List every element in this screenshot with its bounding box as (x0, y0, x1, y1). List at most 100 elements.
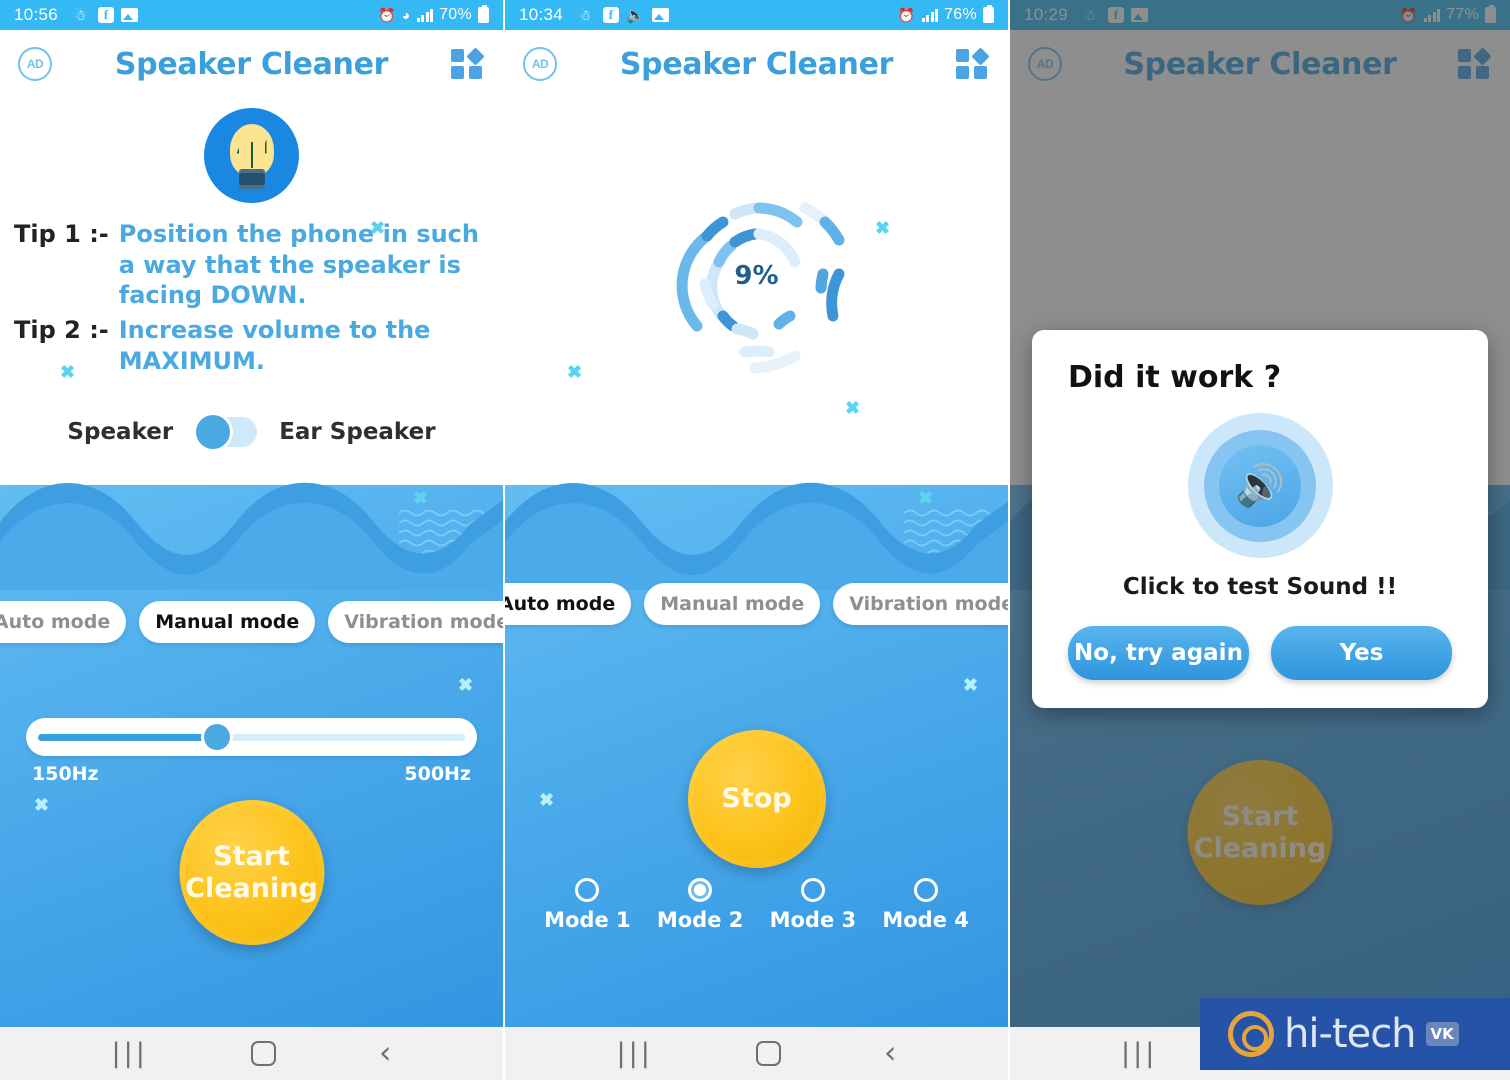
facebook-icon: f (98, 7, 115, 23)
app-header: AD Speaker Cleaner (0, 30, 503, 98)
battery-percent: 70% (439, 6, 472, 23)
sparkle-decoration: ✖ (539, 790, 555, 810)
mode-button-auto[interactable]: Auto mode (505, 583, 632, 625)
mode-selector: Auto mode Manual mode Vibration mode (0, 601, 503, 643)
did-it-work-dialog: Did it work ? 🔊 Click to test Sound !! N… (1032, 330, 1488, 708)
sparkle-decoration: ✖ (458, 675, 474, 695)
tip-row: Tip 1 :- Position the phone in such a wa… (14, 219, 489, 311)
at-symbol-icon (1228, 1011, 1274, 1057)
radio-icon[interactable] (913, 878, 938, 902)
mode-button-manual[interactable]: Manual mode (644, 583, 821, 625)
recents-icon[interactable]: ||| (1121, 1038, 1157, 1069)
signal-icon (921, 8, 939, 22)
app-header: AD Speaker Cleaner (505, 30, 1008, 98)
tips-section: Tip 1 :- Position the phone in such a wa… (0, 203, 503, 377)
radio-icon[interactable] (800, 878, 825, 902)
panel-manual-mode: 10:56 ☃ f ⏰ ◕ 70% AD Speaker Cleaner Tip… (0, 0, 503, 1080)
home-icon[interactable] (250, 1041, 276, 1066)
frequency-slider-group: 150Hz 500Hz (26, 718, 477, 785)
grid-menu-icon[interactable] (451, 47, 485, 79)
bulb-illustration (0, 108, 503, 203)
slider-min-label: 150Hz (32, 763, 99, 785)
stop-button[interactable]: Stop (687, 730, 826, 868)
system-navbar: ||| ‹ (505, 1027, 1008, 1080)
speaker-toggle-row: Speaker Ear Speaker (0, 414, 503, 449)
radio-label: Mode 2 (656, 908, 744, 932)
sparkle-decoration: ✖ (34, 795, 50, 815)
dialog-title: Did it work ? (1068, 360, 1282, 395)
alarm-icon: ⏰ (378, 6, 396, 23)
vk-badge-icon: VK (1425, 1022, 1459, 1046)
sparkle-decoration: ✖ (413, 488, 429, 508)
status-time: 10:34 (519, 5, 564, 24)
tip-label: Tip 2 :- (14, 316, 109, 345)
recents-icon[interactable]: ||| (112, 1038, 148, 1069)
toggle-right-label[interactable]: Ear Speaker (279, 419, 435, 445)
tip-label: Tip 1 :- (14, 220, 109, 248)
back-icon[interactable]: ‹ (884, 1038, 896, 1069)
battery-percent: 76% (944, 6, 977, 23)
screenshot-stage: 10:56 ☃ f ⏰ ◕ 70% AD Speaker Cleaner Tip… (0, 0, 1510, 1080)
signal-icon (416, 8, 434, 22)
sparkle-decoration: ✖ (875, 218, 891, 238)
radio-label: Mode 4 (882, 908, 969, 932)
no-try-again-button[interactable]: No, try again (1068, 626, 1249, 680)
radio-icon[interactable] (575, 878, 600, 902)
page-title: Speaker Cleaner (114, 46, 389, 82)
frequency-slider[interactable] (26, 718, 477, 756)
status-bar: 10:56 ☃ f ⏰ ◕ 70% (0, 0, 503, 30)
mode-button-vibration[interactable]: Vibration mode (328, 601, 503, 643)
mode-selector: Auto mode Manual mode Vibration mode (505, 583, 1008, 625)
mode-button-vibration[interactable]: Vibration mode (833, 583, 1008, 625)
volume-icon: 🔈 (626, 6, 646, 24)
mode-radio-group: Mode 1 Mode 2 Mode 3 Mode 4 (505, 878, 1008, 932)
gallery-icon (652, 8, 670, 22)
panel-did-it-work-dialog: 10:29 ☃ f ⏰ 77% AD Speaker Cleaner (1008, 0, 1510, 1080)
progress-percent: 9% (734, 260, 779, 291)
system-navbar: ||| ‹ (0, 1027, 503, 1080)
slider-track[interactable] (38, 724, 465, 750)
facebook-icon: f (603, 7, 620, 23)
speaker-volume-icon: 🔊 (1219, 444, 1301, 527)
speaker-toggle-switch[interactable] (195, 414, 258, 449)
radio-mode-2[interactable]: Mode 2 (656, 878, 744, 932)
slider-max-label: 500Hz (404, 763, 471, 785)
gallery-icon (121, 8, 139, 22)
wifi-icon: ◕ (401, 7, 411, 23)
radio-mode-3[interactable]: Mode 3 (769, 878, 857, 932)
watermark: hi-tech VK (1200, 998, 1510, 1070)
mode-button-auto[interactable]: Auto mode (0, 601, 127, 643)
mode-button-manual[interactable]: Manual mode (139, 601, 316, 643)
slider-knob[interactable] (204, 724, 231, 750)
tip-row: Tip 2 :- Increase volume to the MAXIMUM. (14, 315, 489, 376)
sparkle-decoration: ✖ (918, 488, 934, 508)
radio-icon-selected[interactable] (688, 878, 713, 902)
recents-icon[interactable]: ||| (617, 1038, 653, 1069)
toggle-left-label: Speaker (67, 418, 174, 445)
dialog-subtitle: Click to test Sound !! (1122, 574, 1398, 600)
watermark-text: hi-tech (1284, 1011, 1417, 1057)
panel-auto-cleaning: 10:34 ☃ f 🔈 ⏰ 76% AD Speaker Cleaner 9% … (503, 0, 1008, 1080)
battery-icon (983, 5, 994, 23)
start-cleaning-button[interactable]: Start Cleaning (179, 800, 324, 945)
sparkle-decoration: ✖ (963, 675, 979, 695)
page-title: Speaker Cleaner (619, 46, 894, 82)
lightbulb-icon (204, 108, 299, 203)
status-bar: 10:34 ☃ f 🔈 ⏰ 76% (505, 0, 1008, 30)
speaker-test-button[interactable]: 🔊 (1187, 413, 1333, 558)
snapchat-icon: ☃ (579, 6, 592, 23)
sparkle-decoration: ✖ (60, 362, 76, 382)
home-icon[interactable] (755, 1041, 781, 1066)
status-time: 10:56 (14, 5, 59, 24)
sparkle-decoration: ✖ (845, 398, 861, 418)
radio-label: Mode 1 (544, 908, 631, 932)
battery-icon (478, 5, 489, 23)
radio-label: Mode 3 (769, 908, 857, 932)
yes-button[interactable]: Yes (1271, 626, 1452, 680)
sparkle-decoration: ✖ (370, 218, 386, 238)
radio-mode-1[interactable]: Mode 1 (544, 878, 631, 932)
back-icon[interactable]: ‹ (379, 1038, 391, 1069)
alarm-icon: ⏰ (897, 6, 916, 23)
grid-menu-icon[interactable] (956, 47, 990, 79)
radio-mode-4[interactable]: Mode 4 (882, 878, 969, 932)
